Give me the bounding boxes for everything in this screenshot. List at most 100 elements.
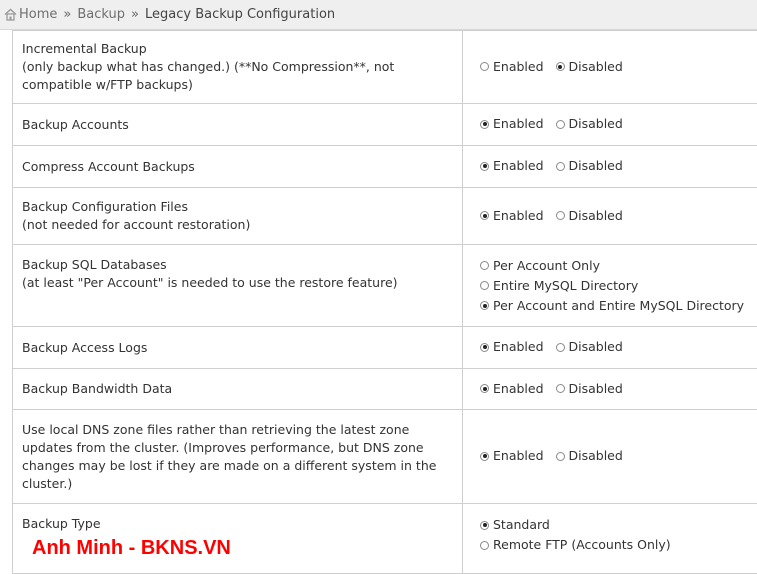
setting-description: (not needed for account restoration) [22, 216, 454, 234]
setting-title: Compress Account Backups [22, 158, 454, 176]
setting-row-incremental-backup: Incremental Backup (only backup what has… [13, 31, 757, 104]
setting-title: Backup Accounts [22, 116, 454, 134]
backup-accounts-enabled-radio[interactable]: Enabled [480, 114, 544, 134]
sql-entire-mysql-directory-radio[interactable]: Entire MySQL Directory [480, 276, 757, 296]
setting-row-compress-account-backups: Compress Account Backups Enabled Disable… [13, 146, 757, 188]
option-label: Enabled [493, 57, 544, 77]
incremental-backup-enabled-radio[interactable]: Enabled [480, 57, 544, 77]
radio-button[interactable] [480, 521, 489, 530]
radio-button[interactable] [556, 384, 565, 393]
home-icon[interactable] [4, 8, 17, 21]
setting-options: Enabled Disabled [463, 104, 757, 146]
setting-title: Backup Configuration Files [22, 198, 454, 216]
option-label: Enabled [493, 156, 544, 176]
incremental-backup-disabled-radio[interactable]: Disabled [556, 57, 623, 77]
local-dns-enabled-radio[interactable]: Enabled [480, 446, 544, 466]
access-logs-enabled-radio[interactable]: Enabled [480, 337, 544, 357]
setting-options: Enabled Disabled [463, 369, 757, 410]
option-label: Remote FTP (Accounts Only) [493, 535, 671, 555]
setting-label: Backup SQL Databases (at least "Per Acco… [13, 245, 463, 327]
config-files-disabled-radio[interactable]: Disabled [556, 206, 623, 226]
setting-description: updates from the cluster. (Improves perf… [22, 439, 454, 457]
backup-type-remote-ftp-radio[interactable]: Remote FTP (Accounts Only) [480, 535, 757, 555]
breadcrumb-backup-link[interactable]: Backup [77, 7, 125, 22]
breadcrumb-current-page: Legacy Backup Configuration [145, 7, 335, 22]
backup-type-standard-radio[interactable]: Standard [480, 515, 757, 535]
option-label: Disabled [569, 446, 623, 466]
setting-row-backup-configuration-files: Backup Configuration Files (not needed f… [13, 188, 757, 245]
setting-description: (at least "Per Account" is needed to use… [22, 274, 454, 292]
radio-button[interactable] [556, 120, 565, 129]
watermark-text: Anh Minh - BKNS.VN [32, 537, 231, 560]
radio-button[interactable] [480, 120, 489, 129]
setting-options: Per Account Only Entire MySQL Directory … [463, 245, 757, 327]
setting-options: Enabled Disabled [463, 327, 757, 369]
option-label: Standard [493, 515, 550, 535]
breadcrumb-home-link[interactable]: Home [19, 7, 57, 22]
option-label: Enabled [493, 206, 544, 226]
radio-button[interactable] [480, 261, 489, 270]
setting-label: Incremental Backup (only backup what has… [13, 31, 463, 104]
local-dns-disabled-radio[interactable]: Disabled [556, 446, 623, 466]
radio-button[interactable] [480, 162, 489, 171]
compress-backups-enabled-radio[interactable]: Enabled [480, 156, 544, 176]
setting-description: (only backup what has changed.) (**No Co… [22, 58, 454, 76]
option-label: Enabled [493, 114, 544, 134]
setting-options: Enabled Disabled [463, 31, 757, 104]
compress-backups-disabled-radio[interactable]: Disabled [556, 156, 623, 176]
sql-per-account-and-entire-radio[interactable]: Per Account and Entire MySQL Directory [480, 296, 757, 316]
setting-options: Standard Remote FTP (Accounts Only) [463, 504, 757, 574]
backup-accounts-disabled-radio[interactable]: Disabled [556, 114, 623, 134]
setting-row-backup-bandwidth-data: Backup Bandwidth Data Enabled Disabled [13, 369, 757, 410]
setting-title: Backup SQL Databases [22, 256, 454, 274]
access-logs-disabled-radio[interactable]: Disabled [556, 337, 623, 357]
setting-label: Backup Accounts [13, 104, 463, 146]
option-label: Entire MySQL Directory [493, 276, 638, 296]
setting-title: Backup Bandwidth Data [22, 380, 454, 398]
option-label: Disabled [569, 337, 623, 357]
sql-per-account-only-radio[interactable]: Per Account Only [480, 256, 757, 276]
radio-button[interactable] [556, 211, 565, 220]
option-label: Enabled [493, 379, 544, 399]
setting-description: changes may be lost if they are made on … [22, 457, 454, 475]
bandwidth-data-disabled-radio[interactable]: Disabled [556, 379, 623, 399]
radio-button[interactable] [480, 452, 489, 461]
breadcrumb-separator: » [63, 7, 71, 22]
radio-button[interactable] [556, 452, 565, 461]
radio-button[interactable] [480, 541, 489, 550]
setting-title: Incremental Backup [22, 40, 454, 58]
radio-button[interactable] [480, 384, 489, 393]
config-files-enabled-radio[interactable]: Enabled [480, 206, 544, 226]
setting-row-local-dns-zone-files: Use local DNS zone files rather than ret… [13, 410, 757, 504]
radio-button[interactable] [480, 281, 489, 290]
setting-options: Enabled Disabled [463, 188, 757, 245]
radio-button[interactable] [480, 301, 489, 310]
option-label: Disabled [569, 57, 623, 77]
setting-label: Compress Account Backups [13, 146, 463, 188]
radio-button[interactable] [556, 62, 565, 71]
radio-button[interactable] [556, 162, 565, 171]
bandwidth-data-enabled-radio[interactable]: Enabled [480, 379, 544, 399]
breadcrumb-separator: » [131, 7, 139, 22]
option-label: Enabled [493, 446, 544, 466]
option-label: Disabled [569, 156, 623, 176]
option-label: Disabled [569, 206, 623, 226]
radio-button[interactable] [556, 343, 565, 352]
setting-title: Use local DNS zone files rather than ret… [22, 421, 454, 439]
setting-label: Backup Access Logs [13, 327, 463, 369]
setting-row-backup-sql-databases: Backup SQL Databases (at least "Per Acco… [13, 245, 757, 327]
setting-options: Enabled Disabled [463, 146, 757, 188]
option-label: Per Account and Entire MySQL Directory [493, 296, 744, 316]
setting-label: Use local DNS zone files rather than ret… [13, 410, 463, 504]
radio-button[interactable] [480, 62, 489, 71]
option-label: Disabled [569, 379, 623, 399]
setting-description: cluster.) [22, 475, 454, 493]
setting-title: Backup Access Logs [22, 339, 454, 357]
option-label: Disabled [569, 114, 623, 134]
setting-label: Backup Bandwidth Data [13, 369, 463, 410]
option-label: Per Account Only [493, 256, 600, 276]
backup-settings-table: Incremental Backup (only backup what has… [12, 30, 757, 574]
radio-button[interactable] [480, 343, 489, 352]
setting-row-backup-access-logs: Backup Access Logs Enabled Disabled [13, 327, 757, 369]
radio-button[interactable] [480, 211, 489, 220]
